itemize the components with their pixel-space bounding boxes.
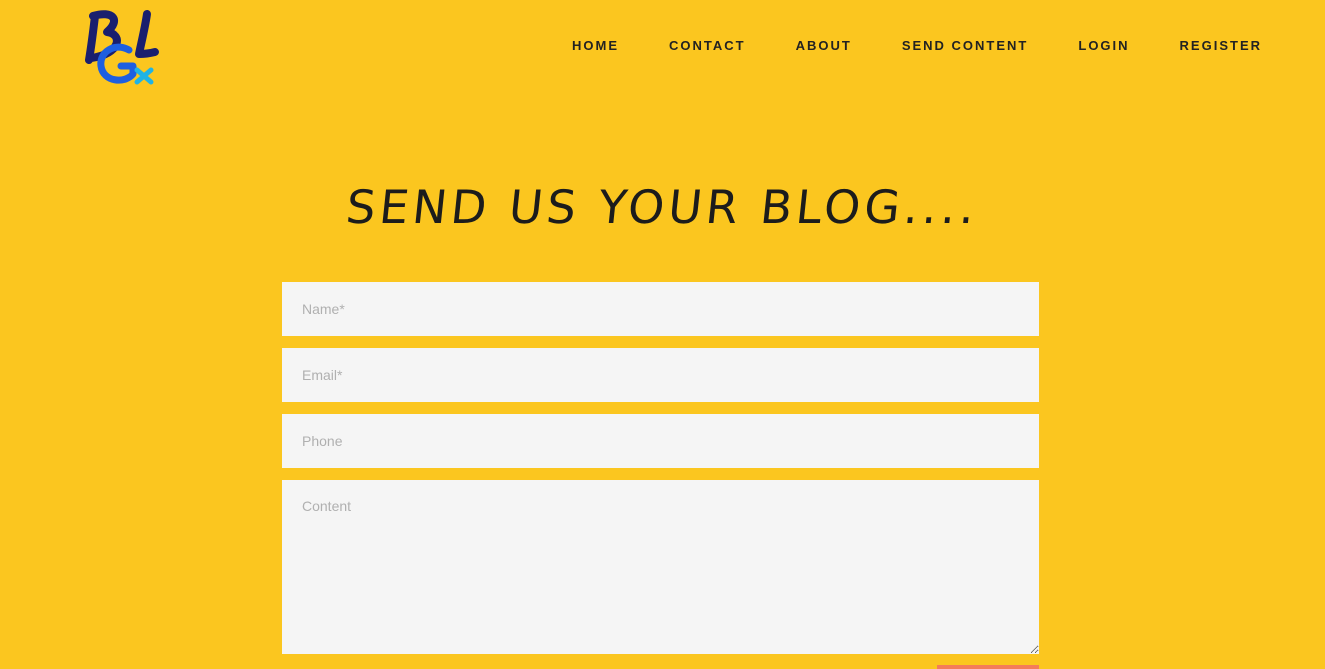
page: HOME CONTACT ABOUT SEND CONTENT LOGIN RE… bbox=[0, 0, 1325, 669]
nav-login-link[interactable]: LOGIN bbox=[1078, 38, 1129, 54]
page-heading: SEND US YOUR BLOG.... bbox=[343, 180, 982, 234]
nav-home-link[interactable]: HOME bbox=[572, 38, 619, 54]
site-logo[interactable] bbox=[85, 8, 160, 88]
nav-register-link[interactable]: REGISTER bbox=[1180, 38, 1262, 54]
blgx-logo-icon bbox=[85, 10, 159, 85]
submit-button[interactable] bbox=[937, 665, 1039, 669]
email-input[interactable] bbox=[282, 348, 1039, 402]
nav-about-link[interactable]: ABOUT bbox=[796, 38, 852, 54]
name-input[interactable] bbox=[282, 282, 1039, 336]
nav-send-content-link[interactable]: SEND CONTENT bbox=[902, 38, 1029, 54]
main-nav: HOME CONTACT ABOUT SEND CONTENT LOGIN RE… bbox=[572, 38, 1262, 54]
phone-input[interactable] bbox=[282, 414, 1039, 468]
content-textarea[interactable] bbox=[282, 480, 1039, 654]
send-blog-form bbox=[282, 282, 1039, 666]
nav-contact-link[interactable]: CONTACT bbox=[669, 38, 746, 54]
